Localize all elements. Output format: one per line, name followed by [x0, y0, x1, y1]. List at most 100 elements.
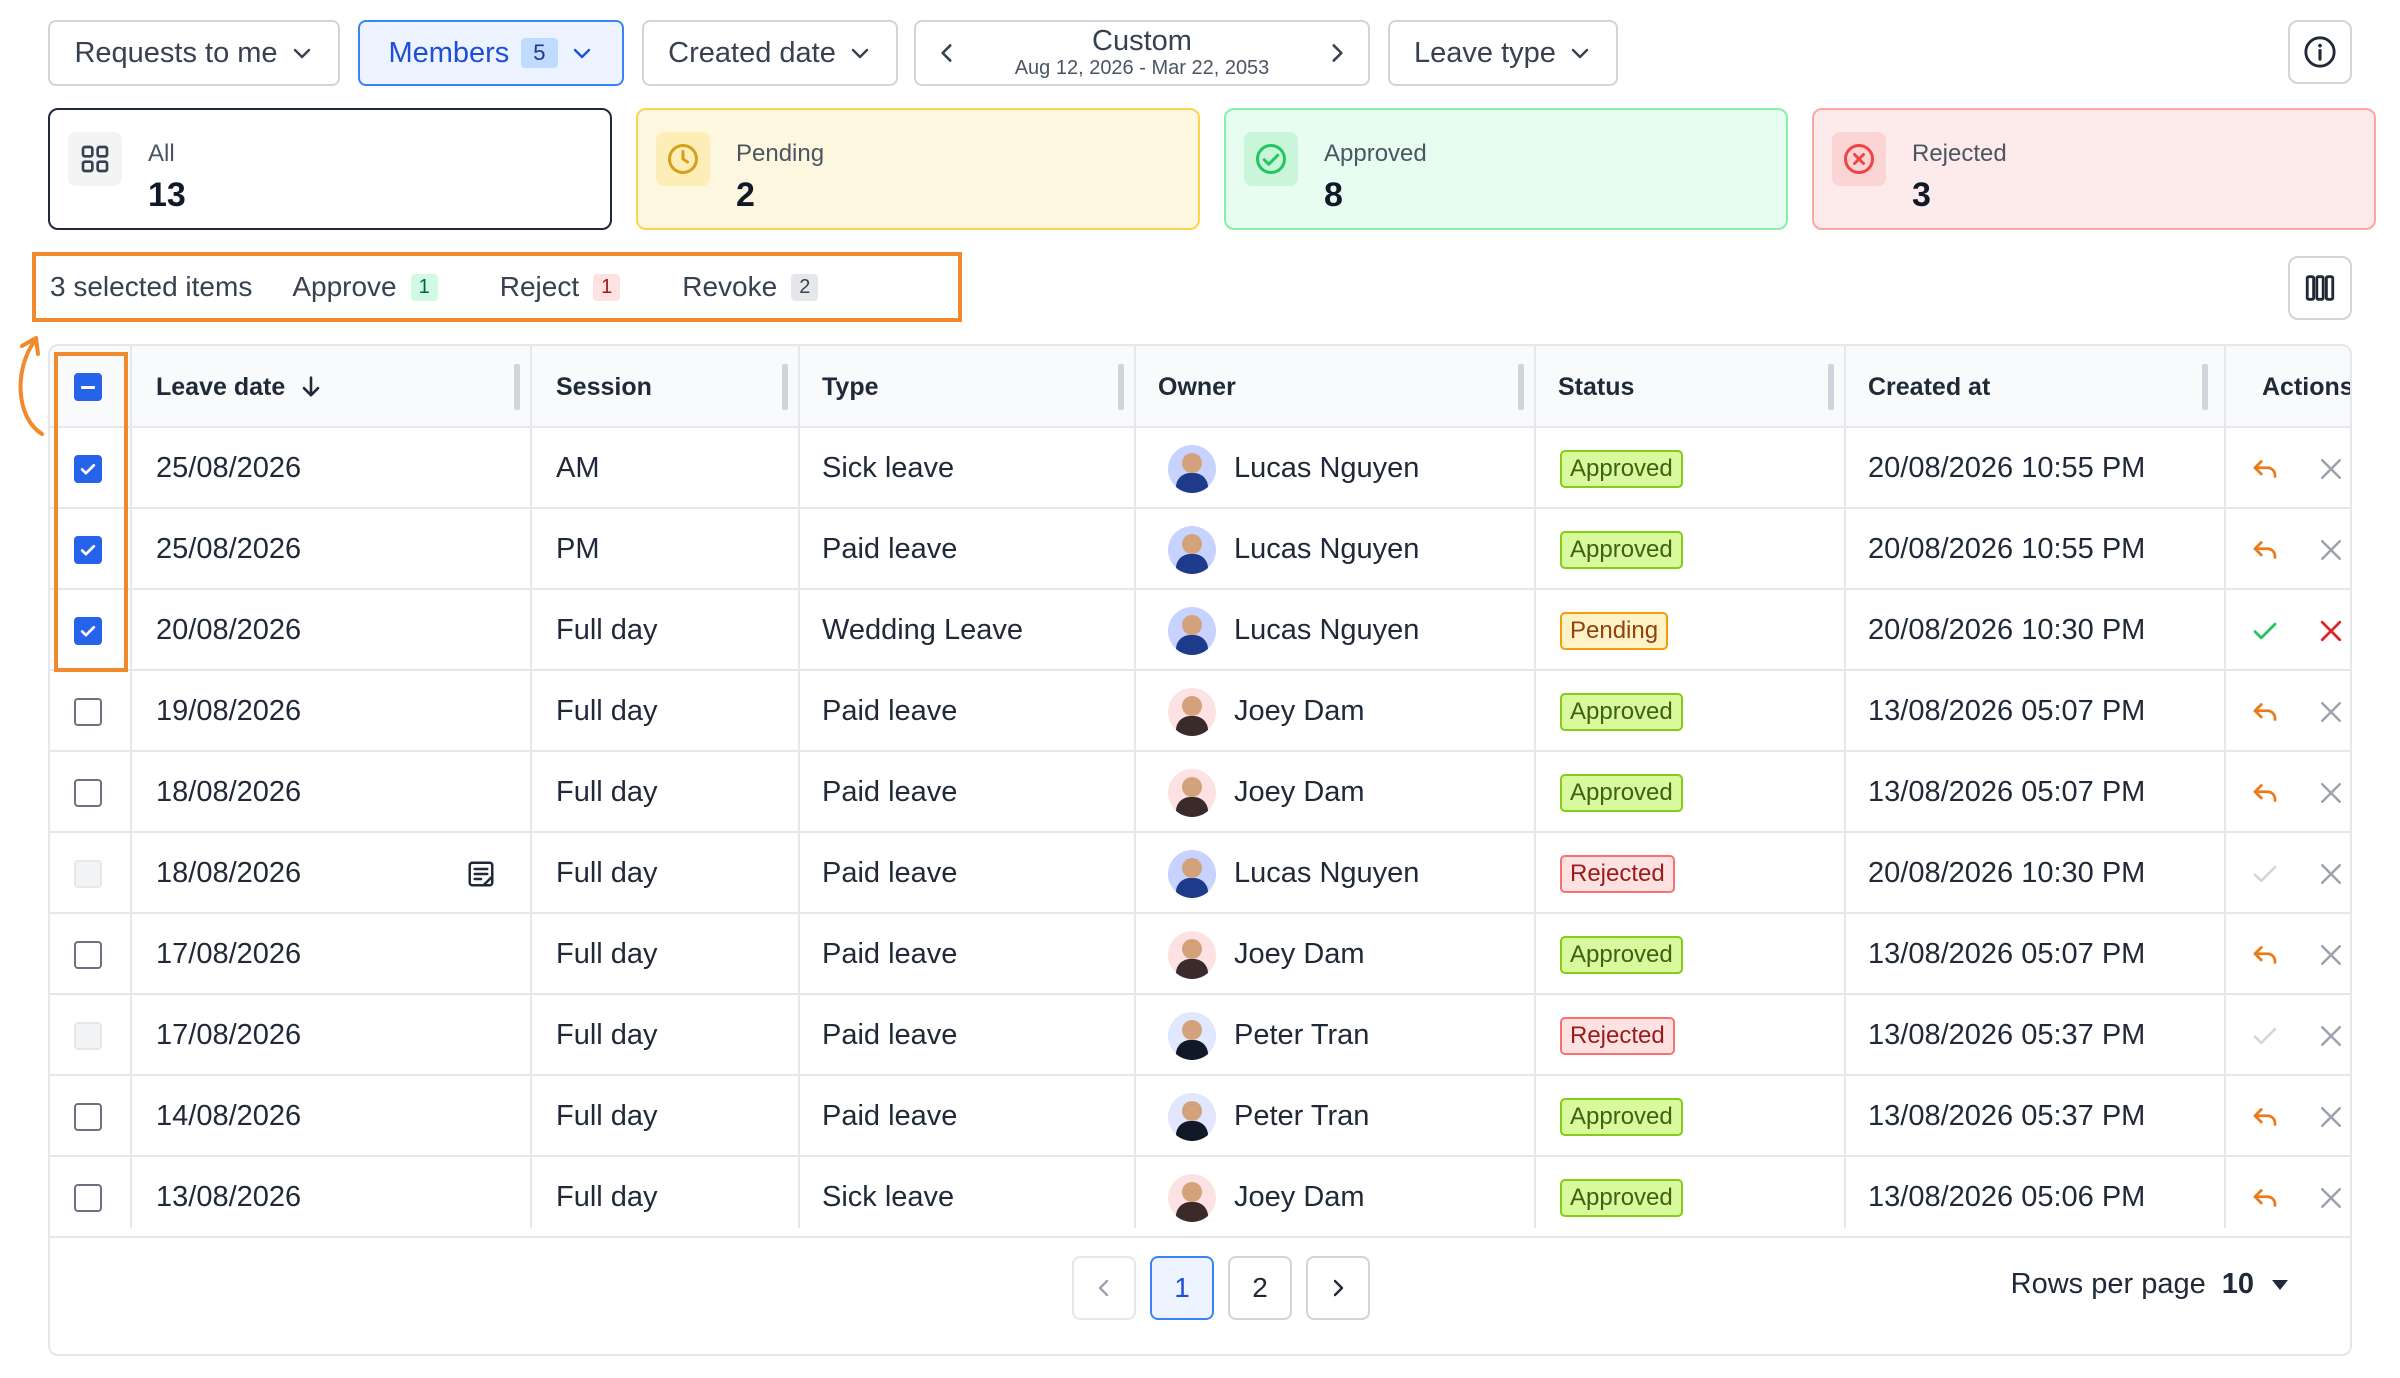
date-range-display[interactable]: Custom Aug 12, 2026 - Mar 22, 2053	[1015, 26, 1270, 80]
next-page-button[interactable]	[1306, 1256, 1370, 1320]
column-header-created-at[interactable]: Created at	[1868, 346, 1990, 428]
column-header-leave-date[interactable]: Leave date	[156, 346, 325, 428]
status-cell: Rejected	[1560, 995, 1675, 1076]
summary-card-rejected[interactable]: Rejected 3	[1812, 108, 2376, 230]
chevron-down-icon	[573, 48, 590, 59]
leave-date-cell: 17/08/2026	[156, 1019, 302, 1051]
table-row[interactable]: 19/08/2026 Full day Paid leave Joey Dam Appr…	[50, 671, 2350, 752]
close-icon[interactable]	[2316, 454, 2346, 484]
revoke-icon[interactable]	[2250, 778, 2280, 808]
summary-card-approved[interactable]: Approved 8	[1224, 108, 1788, 230]
close-icon[interactable]	[2316, 778, 2346, 808]
leave-date-cell: 17/08/2026	[156, 938, 302, 970]
columns-icon	[2305, 275, 2335, 301]
column-header-status[interactable]: Status	[1558, 346, 1634, 428]
row-checkbox[interactable]	[74, 1102, 102, 1131]
info-button[interactable]	[2288, 20, 2352, 84]
avatar	[1168, 1173, 1216, 1222]
actions-cell	[2250, 509, 2346, 590]
column-resizer[interactable]	[782, 364, 788, 410]
row-checkbox-cell	[74, 833, 102, 914]
revoke-icon[interactable]	[2250, 535, 2280, 565]
reject-x-icon[interactable]	[2316, 616, 2346, 646]
table-row[interactable]: 14/08/2026 Full day Paid leave Peter Tran Ap…	[50, 1076, 2350, 1157]
owner-name: Joey Dam	[1234, 695, 1365, 727]
revoke-icon[interactable]	[2250, 940, 2280, 970]
close-icon[interactable]	[2316, 697, 2346, 727]
summary-card-all[interactable]: All 13	[48, 108, 612, 230]
leave-type-dropdown[interactable]: Leave type	[1388, 20, 1618, 86]
column-header-actions: Actions	[2262, 346, 2350, 428]
page-button-2[interactable]: 2	[1228, 1256, 1292, 1320]
avatar	[1168, 606, 1216, 655]
leave-date-cell: 14/08/2026	[156, 1100, 302, 1132]
summary-card-pending[interactable]: Pending 2	[636, 108, 1200, 230]
session-cell: Full day	[556, 1019, 658, 1051]
created-date-label: Created date	[668, 36, 836, 69]
chevron-right-icon[interactable]	[1324, 40, 1350, 66]
actions-cell	[2250, 833, 2346, 914]
column-header-type[interactable]: Type	[822, 346, 879, 428]
row-checkbox-cell	[74, 1076, 102, 1157]
table-row[interactable]: 13/08/2026 Full day Sick leave Joey Dam Appr…	[50, 1157, 2350, 1238]
table-row[interactable]: 17/08/2026 Full day Paid leave Joey Dam Appr…	[50, 914, 2350, 995]
table-row[interactable]: 25/08/2026 AM Sick leave Lucas Nguyen Approv…	[50, 428, 2350, 509]
bulk-revoke-button[interactable]: Revoke 2	[682, 271, 819, 303]
table-header: Leave date Session Type Owner Status Cre…	[50, 346, 2350, 428]
row-checkbox-cell	[74, 671, 102, 752]
bulk-approve-button[interactable]: Approve 1	[292, 271, 438, 303]
table-row[interactable]: 25/08/2026 PM Paid leave Lucas Nguyen Approv…	[50, 509, 2350, 590]
note-icon[interactable]	[466, 859, 496, 889]
approve-check-icon[interactable]	[2250, 616, 2280, 646]
type-cell: Sick leave	[822, 452, 955, 484]
status-badge: Approved	[1560, 1178, 1683, 1217]
rows-per-page-control[interactable]: Rows per page 10	[2011, 1268, 2290, 1301]
created-at-cell: 13/08/2026 05:06 PM	[1868, 1181, 2146, 1213]
row-checkbox[interactable]	[74, 1183, 102, 1212]
session-cell: Full day	[556, 614, 658, 646]
column-settings-button[interactable]	[2288, 256, 2352, 320]
approve-check-icon	[2253, 1027, 2277, 1044]
column-header-session[interactable]: Session	[556, 346, 652, 428]
row-checkbox[interactable]	[74, 778, 102, 807]
table-row[interactable]: 18/08/2026 Full day Paid leave Lucas Nguyen…	[50, 833, 2350, 914]
requests-filter-label: Requests to me	[74, 36, 278, 69]
leave-date-cell: 20/08/2026	[156, 614, 302, 646]
summary-label: All	[148, 140, 175, 167]
column-header-owner[interactable]: Owner	[1158, 346, 1236, 428]
bulk-reject-button[interactable]: Reject 1	[500, 271, 621, 303]
created-at-cell: 13/08/2026 05:07 PM	[1868, 776, 2146, 808]
created-date-dropdown[interactable]: Created date	[642, 20, 898, 86]
column-resizer[interactable]	[1828, 364, 1834, 410]
close-icon[interactable]	[2316, 535, 2346, 565]
leave-date-cell: 18/08/2026	[156, 857, 302, 889]
revoke-icon[interactable]	[2250, 1183, 2280, 1213]
owner-name: Joey Dam	[1234, 776, 1365, 808]
members-filter-dropdown[interactable]: Members 5	[358, 20, 624, 86]
prev-page-button[interactable]	[1072, 1256, 1136, 1320]
approve-check-icon	[2253, 865, 2277, 882]
page-button-1[interactable]: 1	[1150, 1256, 1214, 1320]
column-resizer[interactable]	[514, 364, 520, 410]
table-row[interactable]: 18/08/2026 Full day Paid leave Joey Dam Appr…	[50, 752, 2350, 833]
created-at-cell: 20/08/2026 10:30 PM	[1868, 614, 2146, 646]
column-resizer[interactable]	[2202, 364, 2208, 410]
table-row[interactable]: 20/08/2026 Full day Wedding Leave Lucas Ngu…	[50, 590, 2350, 671]
summary-value: 2	[736, 176, 755, 214]
close-icon[interactable]	[2316, 1021, 2346, 1051]
close-icon[interactable]	[2316, 1183, 2346, 1213]
revoke-icon[interactable]	[2250, 454, 2280, 484]
column-resizer[interactable]	[1518, 364, 1524, 410]
revoke-icon[interactable]	[2250, 697, 2280, 727]
owner-name: Lucas Nguyen	[1234, 614, 1420, 646]
row-checkbox[interactable]	[74, 697, 102, 726]
chevron-left-icon[interactable]	[934, 40, 960, 66]
column-resizer[interactable]	[1118, 364, 1124, 410]
requests-filter-dropdown[interactable]: Requests to me	[48, 20, 340, 86]
close-icon[interactable]	[2316, 940, 2346, 970]
table-row[interactable]: 17/08/2026 Full day Paid leave Peter Tran Re…	[50, 995, 2350, 1076]
close-icon[interactable]	[2316, 859, 2346, 889]
row-checkbox[interactable]	[74, 940, 102, 969]
revoke-icon[interactable]	[2250, 1102, 2280, 1132]
close-icon[interactable]	[2316, 1102, 2346, 1132]
